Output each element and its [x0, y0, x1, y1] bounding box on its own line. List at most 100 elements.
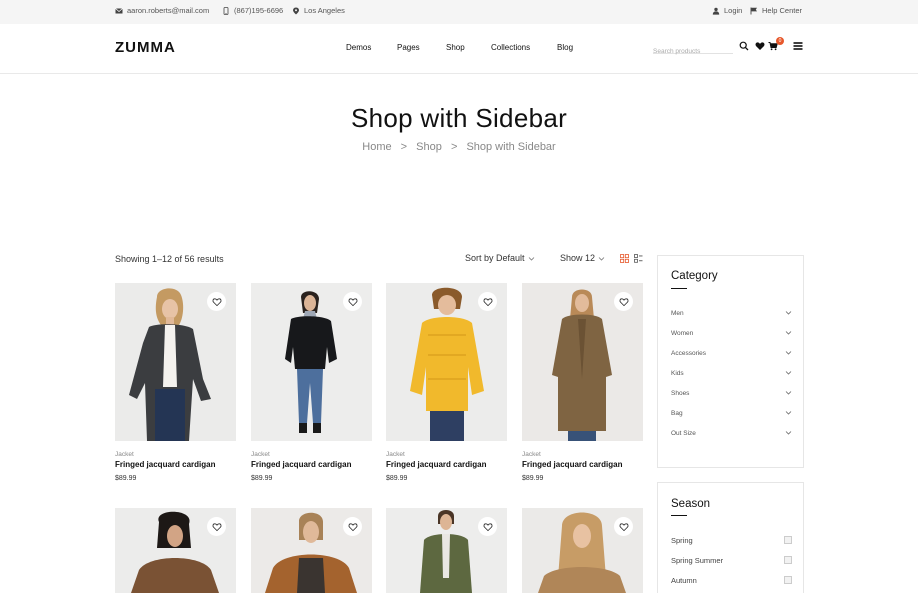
nav-collections[interactable]: Collections: [491, 43, 530, 52]
search-input[interactable]: [653, 45, 731, 58]
result-count: Showing 1–12 of 56 results: [115, 254, 224, 264]
product-card[interactable]: [386, 508, 507, 593]
nav-pages[interactable]: Pages: [397, 43, 420, 52]
help-center-link[interactable]: Help Center: [750, 6, 802, 15]
category-item-kids[interactable]: Kids: [671, 370, 792, 377]
breadcrumb-separator: >: [450, 141, 458, 153]
breadcrumb-separator: >: [400, 141, 408, 153]
category-item-out-size[interactable]: Out Size: [671, 430, 792, 437]
phone-text: (867)195-6696: [234, 6, 284, 15]
show-label: Show 12: [560, 253, 596, 263]
chevron-down-icon[interactable]: [785, 309, 792, 316]
location-pin-icon: [293, 7, 299, 14]
product-image[interactable]: [522, 283, 643, 441]
season-checkbox[interactable]: [784, 556, 792, 564]
heart-icon[interactable]: [755, 41, 765, 51]
chevron-down-icon[interactable]: [785, 409, 792, 416]
site-logo[interactable]: ZUMMA: [115, 39, 176, 56]
list-view-icon[interactable]: [634, 254, 643, 263]
product-price: $89.99: [386, 475, 408, 482]
season-widget: Season Spring Spring Summer Autumn: [657, 482, 804, 593]
wishlist-button[interactable]: [614, 517, 633, 536]
search-box: [653, 40, 733, 58]
email-contact[interactable]: aaron.roberts@mail.com: [115, 6, 209, 15]
nav-shop[interactable]: Shop: [446, 43, 465, 52]
product-image[interactable]: [115, 283, 236, 441]
product-name[interactable]: Fringed jacquard cardigan: [386, 460, 507, 469]
season-label: Autumn: [671, 576, 697, 585]
email-text: aaron.roberts@mail.com: [127, 6, 210, 15]
show-count-dropdown[interactable]: Show 12: [560, 253, 605, 263]
user-icon: [712, 7, 720, 15]
product-image[interactable]: [251, 508, 372, 593]
grid-view-icon[interactable]: [620, 254, 629, 263]
product-card[interactable]: [522, 508, 643, 593]
heart-outline-icon: [212, 522, 221, 531]
product-card[interactable]: Jacket Fringed jacquard cardigan $89.99: [522, 283, 643, 482]
category-widget: Category Men Women Accessories Kids Shoe…: [657, 255, 804, 468]
chevron-down-icon[interactable]: [785, 429, 792, 436]
product-card[interactable]: Jacket Fringed jacquard cardigan $89.99: [386, 283, 507, 482]
cart-count-badge: 0: [776, 37, 784, 45]
product-card[interactable]: Jacket Fringed jacquard cardigan $89.99: [115, 283, 236, 482]
sort-dropdown[interactable]: Sort by Default: [465, 253, 535, 263]
product-image[interactable]: [115, 508, 236, 593]
wishlist-button[interactable]: [343, 517, 362, 536]
product-name[interactable]: Fringed jacquard cardigan: [115, 460, 236, 469]
category-item-bag[interactable]: Bag: [671, 410, 792, 417]
category-label: Shoes: [671, 390, 690, 397]
category-label: Kids: [671, 370, 684, 377]
season-option-spring[interactable]: Spring: [671, 536, 792, 545]
chevron-down-icon[interactable]: [785, 369, 792, 376]
season-option-spring-summer[interactable]: Spring Summer: [671, 556, 792, 565]
product-name[interactable]: Fringed jacquard cardigan: [522, 460, 643, 469]
heart-outline-icon: [619, 522, 628, 531]
product-image[interactable]: [386, 283, 507, 441]
nav-blog[interactable]: Blog: [557, 43, 573, 52]
phone-icon: [223, 6, 229, 15]
breadcrumb: Home > Shop > Shop with Sidebar: [0, 141, 918, 153]
product-card[interactable]: [115, 508, 236, 593]
category-item-shoes[interactable]: Shoes: [671, 390, 792, 397]
product-name[interactable]: Fringed jacquard cardigan: [251, 460, 372, 469]
product-image[interactable]: [522, 508, 643, 593]
category-label: Out Size: [671, 430, 696, 437]
wishlist-button[interactable]: [343, 292, 362, 311]
product-category: Jacket: [386, 451, 405, 458]
login-link[interactable]: Login: [712, 6, 742, 15]
season-label: Spring Summer: [671, 556, 724, 565]
season-checkbox[interactable]: [784, 576, 792, 584]
main-header: ZUMMA Demos Pages Shop Collections Blog …: [0, 24, 918, 74]
chevron-down-icon[interactable]: [785, 329, 792, 336]
breadcrumb-home[interactable]: Home: [362, 141, 391, 153]
wishlist-button[interactable]: [478, 292, 497, 311]
category-label: Women: [671, 330, 694, 337]
help-text: Help Center: [762, 6, 803, 15]
breadcrumb-shop[interactable]: Shop: [416, 141, 442, 153]
product-card[interactable]: [251, 508, 372, 593]
menu-icon[interactable]: [793, 41, 803, 51]
heart-outline-icon: [483, 297, 492, 306]
season-checkbox[interactable]: [784, 536, 792, 544]
page-title: Shop with Sidebar: [350, 103, 568, 133]
season-option-autumn[interactable]: Autumn: [671, 576, 792, 585]
location-contact[interactable]: Los Angeles: [292, 6, 345, 15]
product-card[interactable]: Jacket Fringed jacquard cardigan $89.99: [251, 283, 372, 482]
wishlist-button[interactable]: [207, 292, 226, 311]
product-image[interactable]: [251, 283, 372, 441]
product-image[interactable]: [386, 508, 507, 593]
wishlist-button[interactable]: [207, 517, 226, 536]
wishlist-button[interactable]: [478, 517, 497, 536]
chevron-down-icon[interactable]: [785, 349, 792, 356]
search-icon[interactable]: [739, 41, 749, 51]
chevron-down-icon[interactable]: [785, 389, 792, 396]
category-item-accessories[interactable]: Accessories: [671, 350, 792, 357]
nav-demos[interactable]: Demos: [346, 43, 371, 52]
wishlist-button[interactable]: [614, 292, 633, 311]
phone-contact[interactable]: (867)195-6696: [222, 6, 283, 15]
category-item-women[interactable]: Women: [671, 330, 792, 337]
heart-outline-icon: [483, 522, 492, 531]
category-item-men[interactable]: Men: [671, 310, 792, 317]
title-underline: [671, 515, 687, 516]
heart-outline-icon: [212, 297, 221, 306]
